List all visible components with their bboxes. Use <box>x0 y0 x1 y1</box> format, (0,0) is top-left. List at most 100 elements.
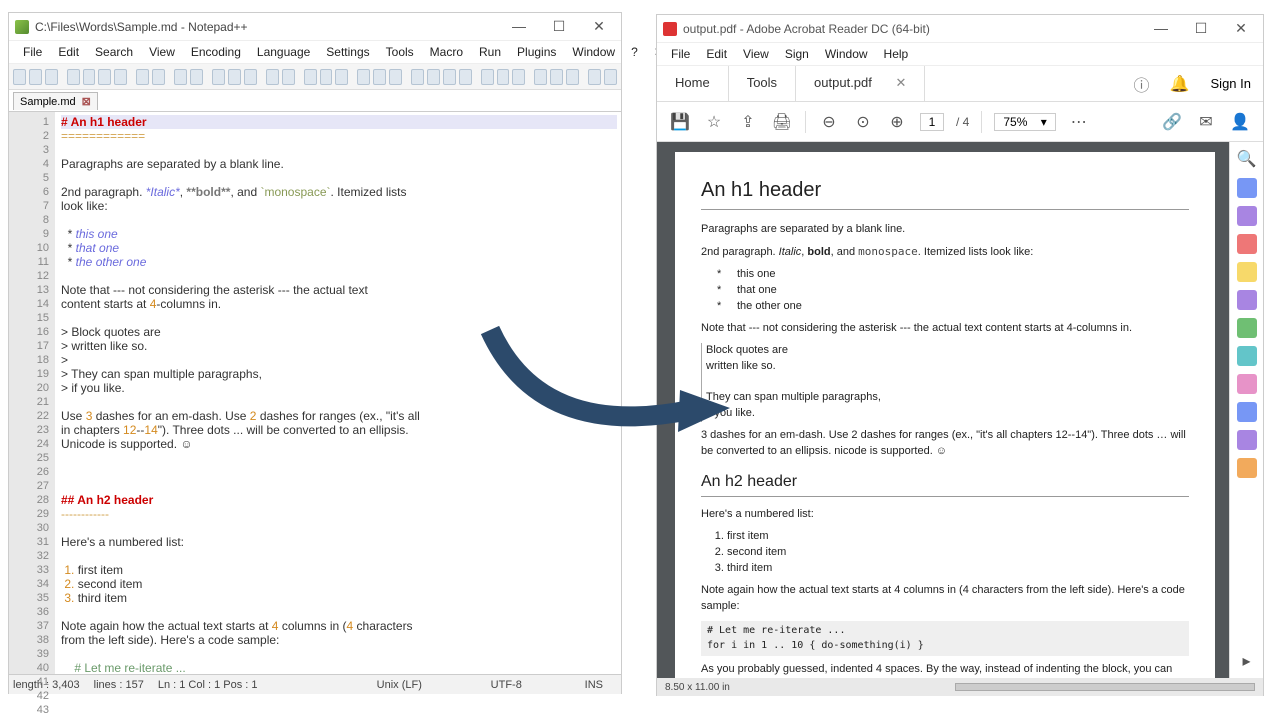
menu-macro[interactable]: Macro <box>422 43 471 61</box>
menu-search[interactable]: Search <box>87 43 141 61</box>
close-button[interactable]: ✕ <box>585 18 613 35</box>
file-tab-sample[interactable]: Sample.md ⊠ <box>13 92 98 110</box>
toolbar-button-0[interactable] <box>13 69 26 85</box>
page-up-icon[interactable]: ⊙ <box>852 111 874 133</box>
menu-edit[interactable]: Edit <box>50 43 87 61</box>
menu-language[interactable]: Language <box>249 43 318 61</box>
toolbar-button-22[interactable] <box>411 69 424 85</box>
toolbar-button-11[interactable] <box>212 69 225 85</box>
tab-document[interactable]: output.pdf ✕ <box>796 66 925 101</box>
menu-settings[interactable]: Settings <box>318 43 377 61</box>
toolbar-button-26[interactable] <box>481 69 494 85</box>
toolbar-button-13[interactable] <box>244 69 257 85</box>
toolbar-button-17[interactable] <box>320 69 333 85</box>
npp-titlebar[interactable]: C:\Files\Words\Sample.md - Notepad++ — ☐… <box>9 13 621 41</box>
mail-icon[interactable]: ✉ <box>1195 111 1217 133</box>
toolbar-button-20[interactable] <box>373 69 386 85</box>
toolbar-button-32[interactable] <box>588 69 601 85</box>
toolbar-button-25[interactable] <box>459 69 472 85</box>
redact-icon[interactable] <box>1237 374 1257 394</box>
toolbar-button-10[interactable] <box>190 69 203 85</box>
more-icon[interactable]: ⋯ <box>1068 111 1090 133</box>
save-icon[interactable]: 💾 <box>669 111 691 133</box>
toolbar-button-24[interactable] <box>443 69 456 85</box>
maximize-button[interactable]: ☐ <box>1187 20 1215 37</box>
maximize-button[interactable]: ☐ <box>545 18 573 35</box>
upload-icon[interactable]: ⇪ <box>737 111 759 133</box>
menu-edit[interactable]: Edit <box>698 45 735 63</box>
zoom-out-icon[interactable]: ⊖ <box>818 111 840 133</box>
toolbar-button-9[interactable] <box>174 69 187 85</box>
toolbar-button-3[interactable] <box>67 69 80 85</box>
link-icon[interactable]: 🔗 <box>1161 111 1183 133</box>
pdf-page[interactable]: An h1 header Paragraphs are separated by… <box>675 152 1215 678</box>
zoom-select[interactable]: 75% ▾ <box>994 113 1055 131</box>
combine-icon[interactable] <box>1237 290 1257 310</box>
menu-window[interactable]: Window <box>817 45 876 63</box>
page-down-icon[interactable]: ⊕ <box>886 111 908 133</box>
toolbar-button-19[interactable] <box>357 69 370 85</box>
file-tab-close-icon[interactable]: ⊠ <box>82 95 91 108</box>
menu-view[interactable]: View <box>141 43 183 61</box>
search-icon[interactable]: 🔍 <box>1236 148 1258 170</box>
edit-pdf-icon[interactable] <box>1237 206 1257 226</box>
toolbar-button-29[interactable] <box>534 69 547 85</box>
toolbar-button-1[interactable] <box>29 69 42 85</box>
toolbar-button-6[interactable] <box>114 69 127 85</box>
toolbar-button-7[interactable] <box>136 69 149 85</box>
toolbar-button-27[interactable] <box>497 69 510 85</box>
minimize-button[interactable]: — <box>505 18 533 35</box>
code-content[interactable]: # An h1 header============ Paragraphs ar… <box>55 112 621 674</box>
create-pdf-icon[interactable] <box>1237 234 1257 254</box>
acr-titlebar[interactable]: output.pdf - Adobe Acrobat Reader DC (64… <box>657 15 1263 43</box>
horizontal-scrollbar[interactable] <box>955 683 1255 691</box>
toolbar-button-30[interactable] <box>550 69 563 85</box>
comment-icon[interactable] <box>1237 262 1257 282</box>
toolbar-button-18[interactable] <box>335 69 348 85</box>
protect-icon[interactable] <box>1237 402 1257 422</box>
page-number-input[interactable] <box>920 113 944 131</box>
toolbar-button-16[interactable] <box>304 69 317 85</box>
toolbar-button-14[interactable] <box>266 69 279 85</box>
menu-file[interactable]: File <box>15 43 50 61</box>
toolbar-button-28[interactable] <box>512 69 525 85</box>
toolbar-button-12[interactable] <box>228 69 241 85</box>
compress-icon[interactable] <box>1237 346 1257 366</box>
menu-plugins[interactable]: Plugins <box>509 43 564 61</box>
sign-in-link[interactable]: Sign In <box>1199 76 1263 91</box>
toolbar-button-33[interactable] <box>604 69 617 85</box>
toolbar-button-8[interactable] <box>152 69 165 85</box>
toolbar-button-21[interactable] <box>389 69 402 85</box>
star-icon[interactable]: ☆ <box>703 111 725 133</box>
minimize-button[interactable]: — <box>1147 20 1175 37</box>
menu-?[interactable]: ? <box>623 43 646 61</box>
export-pdf-icon[interactable] <box>1237 178 1257 198</box>
menu-tools[interactable]: Tools <box>378 43 422 61</box>
toolbar-button-4[interactable] <box>83 69 96 85</box>
organize-icon[interactable] <box>1237 318 1257 338</box>
sign-icon[interactable] <box>1237 430 1257 450</box>
bell-icon[interactable]: 🔔 <box>1161 66 1199 101</box>
print-icon[interactable]: 🖨 <box>771 111 793 133</box>
toolbar-button-5[interactable] <box>98 69 111 85</box>
toolbar-button-2[interactable] <box>45 69 58 85</box>
menu-sign[interactable]: Sign <box>777 45 817 63</box>
menu-view[interactable]: View <box>735 45 777 63</box>
avatar-icon[interactable]: 👤 <box>1229 111 1251 133</box>
menu-run[interactable]: Run <box>471 43 509 61</box>
tab-tools[interactable]: Tools <box>729 66 796 101</box>
toolbar-button-23[interactable] <box>427 69 440 85</box>
menu-encoding[interactable]: Encoding <box>183 43 249 61</box>
help-icon[interactable]: ⓘ <box>1123 66 1161 101</box>
menu-window[interactable]: Window <box>564 43 623 61</box>
npp-code-area[interactable]: 1234567891011121314151617181920212223242… <box>9 112 621 674</box>
convert-icon[interactable] <box>1237 458 1257 478</box>
tab-home[interactable]: Home <box>657 66 729 101</box>
tab-document-close-icon[interactable]: ✕ <box>896 75 907 90</box>
collapse-icon[interactable]: ▸ <box>1236 650 1258 672</box>
menu-help[interactable]: Help <box>876 45 917 63</box>
menu-file[interactable]: File <box>663 45 698 63</box>
toolbar-button-31[interactable] <box>566 69 579 85</box>
close-button[interactable]: ✕ <box>1227 20 1255 37</box>
toolbar-button-15[interactable] <box>282 69 295 85</box>
